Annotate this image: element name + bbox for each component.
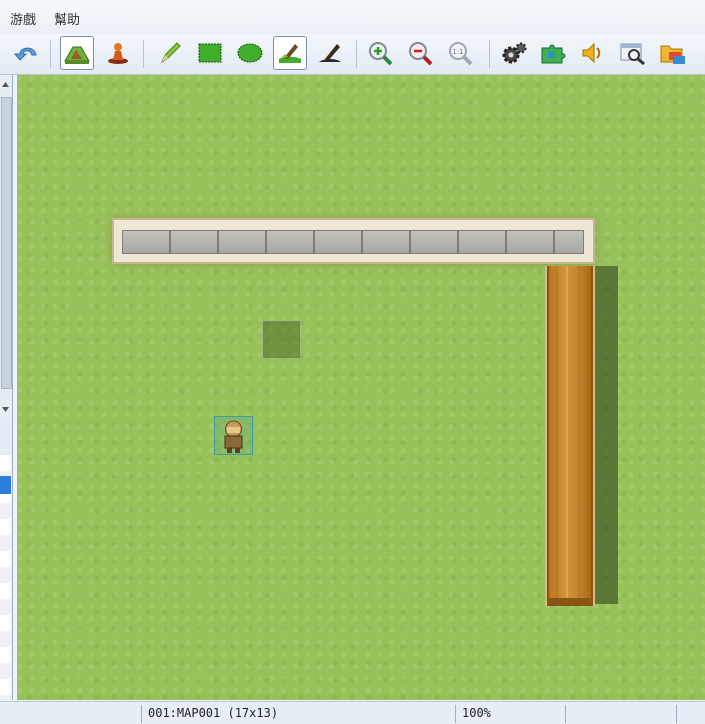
- stone-block: [506, 230, 554, 254]
- stone-block: [410, 230, 458, 254]
- stone-wall-horizontal: [112, 218, 595, 264]
- scroll-up-button[interactable]: [0, 75, 11, 95]
- scrollbar-thumb[interactable]: [1, 97, 12, 389]
- stone-block: [554, 230, 584, 254]
- event-search-button[interactable]: [616, 36, 650, 70]
- ellipse-tool-button[interactable]: [233, 36, 267, 70]
- menu-game[interactable]: 游戲: [8, 9, 38, 28]
- scroll-down-button[interactable]: [0, 400, 11, 418]
- status-divider: [141, 705, 142, 723]
- fill-tool-button[interactable]: [273, 36, 307, 70]
- map-tiles-icon: [64, 46, 90, 64]
- event-pawn-icon: [108, 43, 128, 64]
- resource-manager-button[interactable]: [656, 36, 690, 70]
- selected-map-row[interactable]: [0, 476, 11, 494]
- map-canvas[interactable]: [17, 75, 705, 700]
- zoom-in-button[interactable]: [364, 36, 398, 70]
- folders-icon: [660, 45, 685, 64]
- search-window-icon: [620, 43, 645, 66]
- undo-button[interactable]: [10, 36, 44, 70]
- status-divider: [565, 705, 566, 723]
- database-button[interactable]: [497, 36, 531, 70]
- status-divider: [676, 705, 677, 723]
- toolbar-separator: [489, 40, 490, 68]
- pencil-tool-button[interactable]: [153, 36, 187, 70]
- sound-test-button[interactable]: [576, 36, 610, 70]
- map-mode-button[interactable]: [60, 36, 94, 70]
- tile-cursor[interactable]: [262, 320, 301, 359]
- zoom-1to1-icon: 1:1: [449, 42, 473, 66]
- zoom-actual-label: 1:1: [452, 48, 463, 56]
- player-start-event[interactable]: [214, 416, 253, 455]
- plugin-manager-button[interactable]: [536, 36, 570, 70]
- ellipse-icon: [237, 43, 263, 63]
- undo-arrow-icon: [14, 47, 37, 61]
- speaker-icon: [582, 42, 601, 64]
- paint-bucket-icon: [279, 44, 301, 63]
- status-map-info: 001:MAP001 (17x13): [148, 706, 279, 720]
- toolbar: 1:1: [0, 34, 705, 75]
- stone-block: [362, 230, 410, 254]
- left-panel: [0, 75, 13, 700]
- stone-block: [458, 230, 506, 254]
- status-divider: [455, 705, 456, 723]
- zoom-actual-button[interactable]: 1:1: [444, 36, 478, 70]
- status-bar: 001:MAP001 (17x13) 100%: [0, 701, 705, 724]
- toolbar-separator: [50, 40, 51, 68]
- rectangle-icon: [198, 43, 222, 63]
- stone-block: [122, 230, 170, 254]
- stone-block: [314, 230, 362, 254]
- character-sprite-icon: [224, 420, 243, 453]
- shadow-pen-button[interactable]: [313, 36, 347, 70]
- pencil-icon: [160, 42, 181, 64]
- chevron-down-icon: [2, 407, 9, 412]
- puzzle-icon: [541, 44, 566, 64]
- event-mode-button[interactable]: [101, 36, 135, 70]
- rectangle-tool-button[interactable]: [193, 36, 227, 70]
- status-zoom: 100%: [462, 706, 491, 720]
- menu-help[interactable]: 幫助: [52, 9, 82, 28]
- zoom-out-button[interactable]: [404, 36, 438, 70]
- wood-grain-icon: [556, 266, 580, 604]
- wooden-wall-vertical: [547, 266, 593, 604]
- zoom-out-icon: [409, 42, 433, 66]
- zoom-in-icon: [369, 42, 393, 66]
- toolbar-separator: [356, 40, 357, 68]
- stone-block: [266, 230, 314, 254]
- stone-block: [170, 230, 218, 254]
- stone-block: [218, 230, 266, 254]
- gears-icon: [502, 42, 527, 64]
- toolbar-separator: [143, 40, 144, 68]
- wood-wall-base: [547, 598, 593, 606]
- shadow-pen-icon: [319, 44, 341, 62]
- menu-bar: 游戲 幫助: [0, 0, 705, 34]
- chevron-up-icon: [2, 82, 9, 87]
- wall-shadow: [595, 266, 618, 604]
